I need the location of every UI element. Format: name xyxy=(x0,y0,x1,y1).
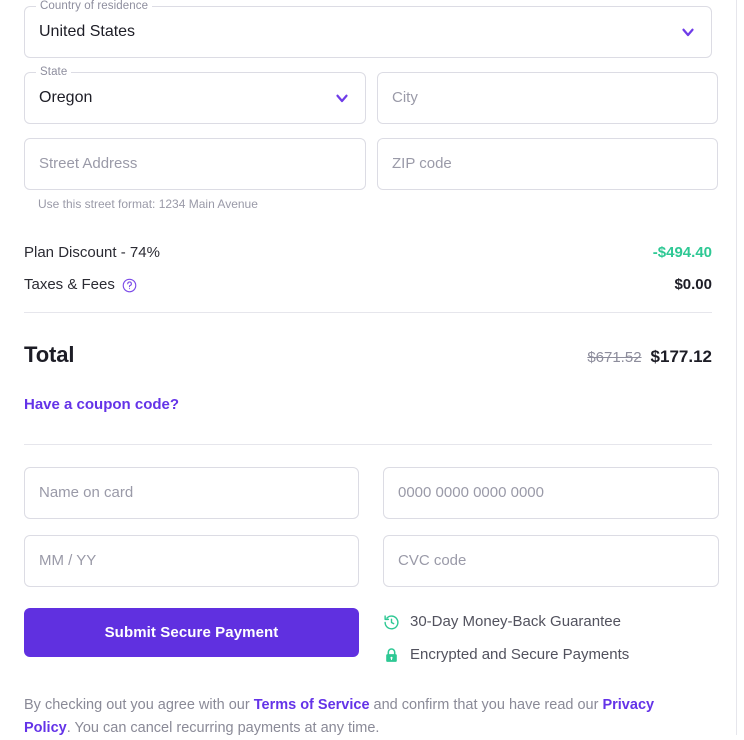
plan-discount-label: Plan Discount - 74% xyxy=(24,244,160,261)
street-format-helper-text: Use this street format: 1234 Main Avenue xyxy=(38,197,258,211)
container-right-edge xyxy=(736,0,737,735)
secure-payments-badge: Encrypted and Secure Payments xyxy=(383,645,629,665)
checkout-page: Country of residence United States State… xyxy=(0,0,744,736)
city-field[interactable]: City xyxy=(377,72,718,124)
terms-of-service-link[interactable]: Terms of Service xyxy=(254,697,370,713)
total-final-price: $177.12 xyxy=(650,347,712,366)
taxes-fees-row: Taxes & Fees $0.00 xyxy=(24,274,712,296)
zip-column: ZIP code xyxy=(377,138,718,190)
card-cvc-column: CVC code xyxy=(383,535,719,587)
coupon-code-link[interactable]: Have a coupon code? xyxy=(24,396,179,413)
card-name-column: Name on card xyxy=(24,467,359,519)
plan-discount-amount: -$494.40 xyxy=(652,244,712,261)
zip-code-placeholder: ZIP code xyxy=(392,155,452,172)
card-cvc-field[interactable]: CVC code xyxy=(383,535,719,587)
card-number-placeholder: 0000 0000 0000 0000 xyxy=(398,484,544,501)
legal-text-part1: By checking out you agree with our xyxy=(24,697,254,713)
lock-icon xyxy=(383,647,400,664)
country-of-residence-select[interactable]: Country of residence United States xyxy=(24,0,712,58)
state-city-row: State Oregon City xyxy=(24,66,718,124)
total-values: $671.52 $177.12 xyxy=(587,347,712,367)
card-number-field[interactable]: 0000 0000 0000 0000 xyxy=(383,467,719,519)
card-number-column: 0000 0000 0000 0000 xyxy=(383,467,719,519)
payment-divider xyxy=(24,444,712,445)
help-circle-icon[interactable] xyxy=(122,278,137,293)
legal-text-part2: and confirm that you have read our xyxy=(369,697,603,713)
card-details-section: Name on card 0000 0000 0000 0000 MM / YY xyxy=(24,467,719,587)
total-label: Total xyxy=(24,342,75,367)
chevron-down-icon[interactable] xyxy=(333,89,351,107)
country-of-residence-label: Country of residence xyxy=(36,0,153,13)
card-cvc-placeholder: CVC code xyxy=(398,552,467,569)
secure-payments-badge-text: Encrypted and Secure Payments xyxy=(410,646,630,663)
street-address-field[interactable]: Street Address xyxy=(24,138,366,190)
legal-disclaimer: By checking out you agree with our Terms… xyxy=(24,694,684,740)
state-column: State Oregon xyxy=(24,66,366,124)
card-expiry-field[interactable]: MM / YY xyxy=(24,535,359,587)
country-of-residence-value: United States xyxy=(39,23,136,40)
card-name-number-row: Name on card 0000 0000 0000 0000 xyxy=(24,467,719,519)
order-summary-section: Plan Discount - 74% -$494.40 Taxes & Fee… xyxy=(24,242,712,445)
state-select[interactable]: State Oregon xyxy=(24,66,366,124)
money-back-badge: 30-Day Money-Back Guarantee xyxy=(383,612,629,632)
summary-divider xyxy=(24,312,712,313)
zip-code-field[interactable]: ZIP code xyxy=(377,138,718,190)
taxes-fees-label-group: Taxes & Fees xyxy=(24,274,137,296)
trust-badges: 30-Day Money-Back Guarantee Encrypted an… xyxy=(383,608,629,678)
money-back-badge-text: 30-Day Money-Back Guarantee xyxy=(410,613,621,630)
card-name-field[interactable]: Name on card xyxy=(24,467,359,519)
taxes-fees-amount: $0.00 xyxy=(674,276,712,293)
plan-discount-row: Plan Discount - 74% -$494.40 xyxy=(24,242,712,264)
city-column: City xyxy=(377,72,718,124)
state-value: Oregon xyxy=(39,89,93,106)
card-expiry-cvc-row: MM / YY CVC code xyxy=(24,535,719,587)
state-label: State xyxy=(36,66,72,79)
taxes-fees-label: Taxes & Fees xyxy=(24,276,115,293)
checkout-content: Country of residence United States State… xyxy=(0,0,736,740)
street-address-placeholder: Street Address xyxy=(39,155,138,172)
chevron-down-icon[interactable] xyxy=(679,23,697,41)
submit-secure-payment-button[interactable]: Submit Secure Payment xyxy=(24,608,359,657)
money-back-clock-icon xyxy=(383,614,400,631)
total-row: Total $671.52 $177.12 xyxy=(24,342,712,368)
card-name-placeholder: Name on card xyxy=(39,484,134,501)
city-placeholder: City xyxy=(392,89,418,106)
street-column: Street Address xyxy=(24,138,366,190)
street-zip-row: Street Address ZIP code xyxy=(24,138,718,190)
billing-address-section: Country of residence United States State… xyxy=(24,0,718,212)
total-original-price: $671.52 xyxy=(587,349,642,366)
legal-text-part3: . You can cancel recurring payments at a… xyxy=(66,720,380,736)
payment-action-area: Submit Secure Payment 30-Day Money-Back … xyxy=(24,608,712,678)
card-expiry-placeholder: MM / YY xyxy=(39,552,97,569)
card-expiry-column: MM / YY xyxy=(24,535,359,587)
